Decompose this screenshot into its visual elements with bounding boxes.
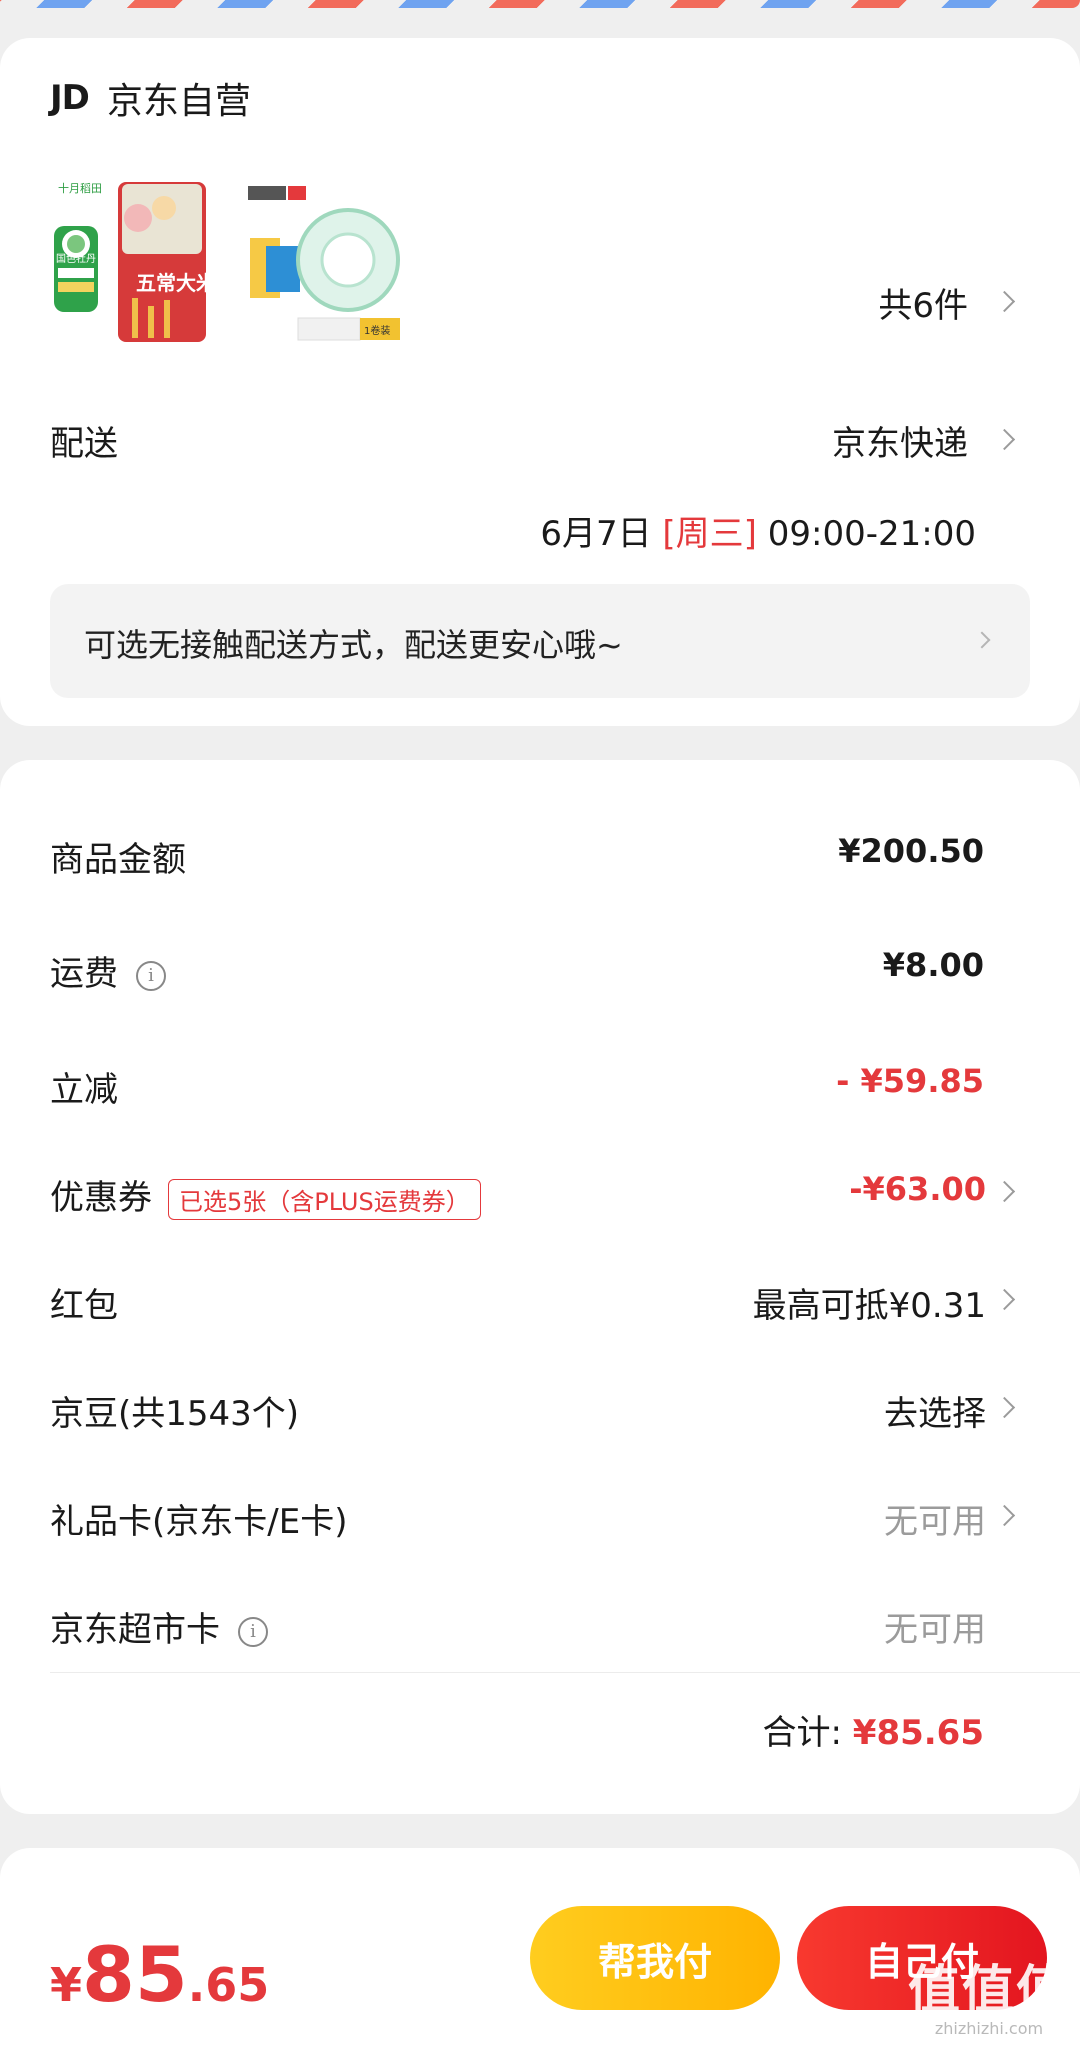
delivery-time-range: 09:00-21:00 [767,514,976,554]
jd-beans-label: 京豆(共1543个) [50,1394,300,1434]
divider [50,1672,1080,1673]
jd-beans-value: 去选择 [884,1394,986,1434]
jd-beans-row[interactable]: 京豆(共1543个) 去选择 [0,1378,1080,1438]
jd-logo: JD [50,78,90,118]
rice-brand-small: 十月稻田 [58,181,102,195]
price-decimal: .65 [187,1958,270,2012]
total-label: 合计: [762,1713,842,1753]
chevron-right-icon [973,631,991,649]
coupon-label-wrap: 优惠券 已选5张（含PLUS运费券） [50,1170,481,1220]
instant-discount-value: - ¥59.85 [836,1062,984,1100]
goods-amount-value: ¥200.50 [838,832,984,870]
watermark-logo: 值值值 [907,1961,1070,2021]
instant-discount-label: 立减 [50,1070,118,1110]
shipping-label: 运费 [50,954,118,994]
store-header[interactable]: JD 京东自营 [50,72,251,124]
store-name: 京东自营 [106,81,251,122]
contactless-delivery-notice[interactable]: 可选无接触配送方式，配送更安心哦~ [50,584,1030,698]
site-watermark: 值值值 zhizhizhi.com [908,1948,1070,2038]
chevron-right-icon[interactable] [993,290,1016,313]
total-value: ¥85.65 [852,1713,984,1753]
chevron-right-icon[interactable] [993,428,1016,451]
delivery-weekday: [周三] [662,514,757,554]
delivery-time[interactable]: 6月7日 [周三] 09:00-21:00 [540,506,976,555]
red-packet-value: 最高可抵¥0.31 [752,1286,986,1326]
product-thumbnail-tape[interactable]: 1卷装 [246,178,406,348]
supermarket-card-value: 无可用 [884,1610,986,1650]
gift-card-row[interactable]: 礼品卡(京东卡/E卡) 无可用 [0,1486,1080,1546]
red-packet-row[interactable]: 红包 最高可抵¥0.31 [0,1270,1080,1330]
currency-symbol: ¥ [50,1958,83,2012]
price-summary-card: 商品金额 ¥200.50 运费 i ¥8.00 立减 - ¥59.85 优惠券 已选… [0,760,1080,1814]
shipping-label-wrap: 运费 i [50,946,166,995]
delivery-method[interactable]: 京东快递 [832,416,968,465]
coupon-label: 优惠券 [50,1178,152,1218]
chevron-right-icon [993,1396,1016,1419]
chevron-right-icon [993,1504,1016,1527]
instant-discount-row: 立减 - ¥59.85 [0,1054,1080,1114]
tape-pack-text: 1卷装 [364,324,390,337]
gift-card-label: 礼品卡(京东卡/E卡) [50,1502,348,1542]
info-icon[interactable]: i [136,960,166,991]
info-icon[interactable]: i [238,1616,268,1647]
help-me-pay-button[interactable]: 帮我付 [530,1906,780,2010]
notice-text: 可选无接触配送方式，配送更安心哦~ [84,626,623,664]
airmail-border [0,0,1080,8]
price-integer: 85 [82,1930,188,2019]
shipping-row: 运费 i ¥8.00 [0,938,1080,998]
gift-card-value: 无可用 [884,1502,986,1542]
supermarket-card-label-wrap: 京东超市卡 i [50,1602,268,1651]
chevron-right-icon [993,1180,1016,1203]
chevron-right-icon [993,1288,1016,1311]
product-count[interactable]: 共6件 [878,278,968,327]
product-thumbnail-rice[interactable]: 十月稻田 五常大米 国色牡丹 [52,178,217,348]
red-packet-label: 红包 [50,1286,118,1326]
goods-amount-label: 商品金额 [50,840,186,880]
order-total: 合计: ¥85.65 [763,1705,984,1754]
coupon-value: -¥63.00 [849,1170,986,1208]
shipping-value: ¥8.00 [882,946,984,984]
coupon-badge: 已选5张（含PLUS运费券） [168,1179,481,1220]
rice-badge-text: 国色牡丹 [56,252,96,265]
goods-amount-row: 商品金额 ¥200.50 [0,824,1080,884]
delivery-label: 配送 [50,424,118,464]
supermarket-card-label: 京东超市卡 [50,1610,220,1650]
coupon-row[interactable]: 优惠券 已选5张（含PLUS运费券） -¥63.00 [0,1162,1080,1222]
delivery-date: 6月7日 [540,514,652,554]
rice-bag-text: 五常大米 [136,271,212,295]
order-store-card: JD 京东自营 十月稻田 五常大米 国色牡丹 1卷装 共6件 配送 京东快递 6… [0,38,1080,726]
supermarket-card-row: 京东超市卡 i 无可用 [0,1594,1080,1654]
payable-amount: ¥85.65 [50,1930,269,2019]
